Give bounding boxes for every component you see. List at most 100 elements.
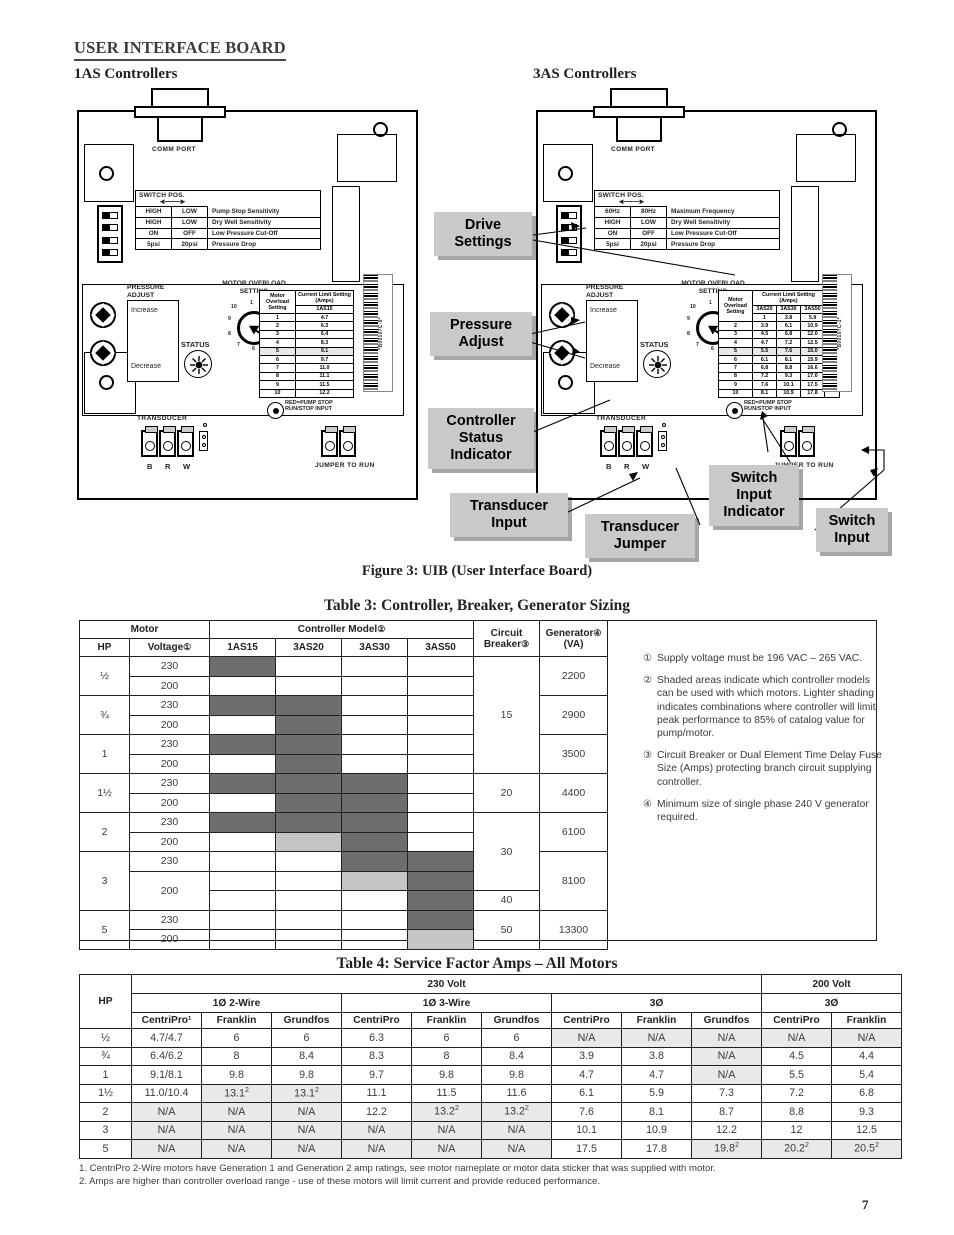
cell-amps: N/A: [201, 1120, 272, 1140]
switch-row-1-posb: LOW: [172, 217, 208, 228]
dip-switch-2-3as[interactable]: [561, 224, 577, 232]
ol-row: 7 11.0: [259, 363, 354, 373]
table4-row: 1 9.1/8.1 9.8 9.8 9.7 9.8 9.8 4.7 4.7 N/A 5.5 5.4: [79, 1065, 902, 1085]
table3-row: 2 230 30 6100: [79, 812, 608, 891]
switch-input-terminal-2-3as[interactable]: [798, 426, 815, 457]
transducer-jumper-3as[interactable]: [658, 431, 667, 451]
barcode-bars-1as: [364, 275, 378, 391]
document-page: USER INTERFACE BOARD 1AS Controllers 3AS…: [0, 0, 954, 1235]
jumper-to-run-label-1as: JUMPER TO RUN: [315, 462, 375, 469]
switch-row-3-posa-3as: 5psi: [595, 239, 631, 250]
th-brand: Franklin: [411, 1012, 482, 1029]
transducer-label-3as: TRANSDUCER: [596, 415, 647, 422]
pressure-decrease-button-3as[interactable]: [549, 340, 575, 366]
board-corner-frame-1as-a: [84, 144, 134, 202]
ol-row: 9 11.5: [259, 380, 354, 390]
table4-footnote-1: 1. CentriPro 2-Wire motors have Generati…: [79, 1163, 716, 1174]
dip-switch-1-3as[interactable]: [561, 211, 577, 219]
switch-input-terminal-2-1as[interactable]: [339, 426, 356, 457]
switch-input-terminal-1-3as[interactable]: [780, 426, 797, 457]
dip-switch-2-1as[interactable]: [102, 224, 118, 232]
table4-row: ¾ 6.4/6.2 8 8.4 8.3 8 8.4 3.9 3.8 N/A 4.5 4.4: [79, 1046, 902, 1066]
th-model-1as15: 1AS15: [209, 638, 276, 657]
pressure-increase-button-1as[interactable]: [90, 302, 116, 328]
cell-amps: 9.8: [481, 1065, 552, 1085]
switch-input-terminal-block-1as[interactable]: [321, 426, 356, 457]
run-stop-status-led-1as: [267, 402, 284, 419]
cell-amps: 11.1: [341, 1083, 412, 1103]
transducer-terminal-b-3as[interactable]: [600, 426, 617, 457]
dip-switch-bank-3as[interactable]: [556, 205, 582, 263]
switch-row-0-posa: HIGH: [136, 207, 172, 217]
switch-input-terminal-block-3as[interactable]: [780, 426, 815, 457]
switch-pos-arrow-icon-1as: ◄——►: [158, 197, 187, 206]
switch-row-3-function-3as: Pressure Drop: [671, 240, 716, 248]
board-corner-frame-3as-a: [543, 144, 593, 202]
cell-amps: 13.22: [411, 1102, 482, 1122]
transducer-terminal-r-3as[interactable]: [618, 426, 635, 457]
dial-num-6-1as: 6: [252, 346, 255, 352]
transducer-terminal-b-1as[interactable]: [141, 426, 158, 457]
cell-model-shade: [341, 656, 408, 677]
cell-amps: 8.8: [761, 1102, 832, 1122]
cell-hp: ¾: [79, 1046, 132, 1066]
cell-amps: 6: [411, 1028, 482, 1048]
cell-amps: N/A: [341, 1120, 412, 1140]
dial-num-9-3as: 9: [687, 316, 690, 322]
transducer-terminal-w-3as[interactable]: [636, 426, 653, 457]
switch-row-3-posb: 20psi: [172, 239, 208, 250]
dip-switch-3-3as[interactable]: [561, 236, 577, 244]
pressure-adjust-label-3as: PRESSURE ADJUST: [586, 284, 624, 299]
transducer-terminal-block-1as[interactable]: [141, 426, 194, 457]
cell-amps: N/A: [131, 1102, 202, 1122]
cell-amps: 9.1/8.1: [131, 1065, 202, 1085]
th-brand: Franklin: [201, 1012, 272, 1029]
transducer-terminal-r-1as[interactable]: [159, 426, 176, 457]
cell-generator: 3500: [539, 734, 608, 774]
cell-amps: 7.3: [691, 1083, 762, 1103]
table3-note: ④ Minimum size of single phase 240 V gene…: [643, 798, 869, 824]
switch-input-terminal-1-1as[interactable]: [321, 426, 338, 457]
dip-switch-bank-1as[interactable]: [97, 205, 123, 263]
comm-port-body-3as: [616, 116, 662, 142]
callout-controller-status-label: Controller Status Indicator: [446, 413, 516, 463]
table4-volt-header-row: HP 230 Volt 200 Volt: [79, 974, 902, 1029]
cell-amps: 9.8: [411, 1065, 482, 1085]
cell-amps: 8: [201, 1046, 272, 1066]
cell-amps: N/A: [271, 1139, 342, 1159]
page-section-title: USER INTERFACE BOARD: [74, 38, 286, 61]
th-model-3as50: 3AS50: [407, 638, 474, 657]
switch-row-3-function: Pressure Drop: [212, 240, 257, 248]
dip-switch-4-3as[interactable]: [561, 249, 577, 257]
pressure-increase-button-3as[interactable]: [549, 302, 575, 328]
terminal-letter-w-1as: W: [183, 462, 191, 471]
table3-notes: ① Supply voltage must be 196 VAC – 265 VA…: [643, 652, 888, 833]
cell-amps: 20.52: [831, 1139, 902, 1159]
cell-voltage: 230: [129, 656, 210, 677]
cell-breaker: 15: [473, 656, 540, 774]
cell-voltage: 230: [129, 851, 210, 872]
th-brand: CentriPro: [761, 1012, 832, 1029]
cell-voltage: 200: [129, 675, 210, 696]
table3-row: 1½ 230 20 4400: [79, 773, 608, 813]
pressure-decrease-button-1as[interactable]: [90, 340, 116, 366]
table3-row: ½ 230 15 2200: [79, 656, 608, 774]
table4-row: 1½ 11.0/10.4 13.12 13.12 11.1 11.5 11.6 6.1 5.9 7…: [79, 1083, 902, 1103]
transducer-jumper-1as[interactable]: [199, 431, 208, 451]
run-stop-status-led-3as: [726, 402, 743, 419]
dip-switch-3-1as[interactable]: [102, 236, 118, 244]
transducer-terminal-block-3as[interactable]: [600, 426, 653, 457]
dip-switch-4-1as[interactable]: [102, 249, 118, 257]
cell-amps: 8.7: [691, 1102, 762, 1122]
pressure-adjust-label-1as: PRESSURE ADJUST: [127, 284, 165, 299]
cell-amps: 4.5: [761, 1046, 832, 1066]
transducer-terminal-w-1as[interactable]: [177, 426, 194, 457]
cell-voltage: 200: [129, 792, 210, 813]
dip-switch-1-1as[interactable]: [102, 211, 118, 219]
barcode-label-3as: *B00107C-1*: [822, 274, 852, 392]
callout-transducer-input-label: Transducer Input: [469, 498, 549, 531]
cell-generator: 2200: [539, 656, 608, 696]
switch-pos-header-1as: SWITCH POS. ◄——►: [136, 191, 208, 207]
th-model-3as30: 3AS30: [341, 638, 408, 657]
cell-amps: 6: [271, 1028, 342, 1048]
